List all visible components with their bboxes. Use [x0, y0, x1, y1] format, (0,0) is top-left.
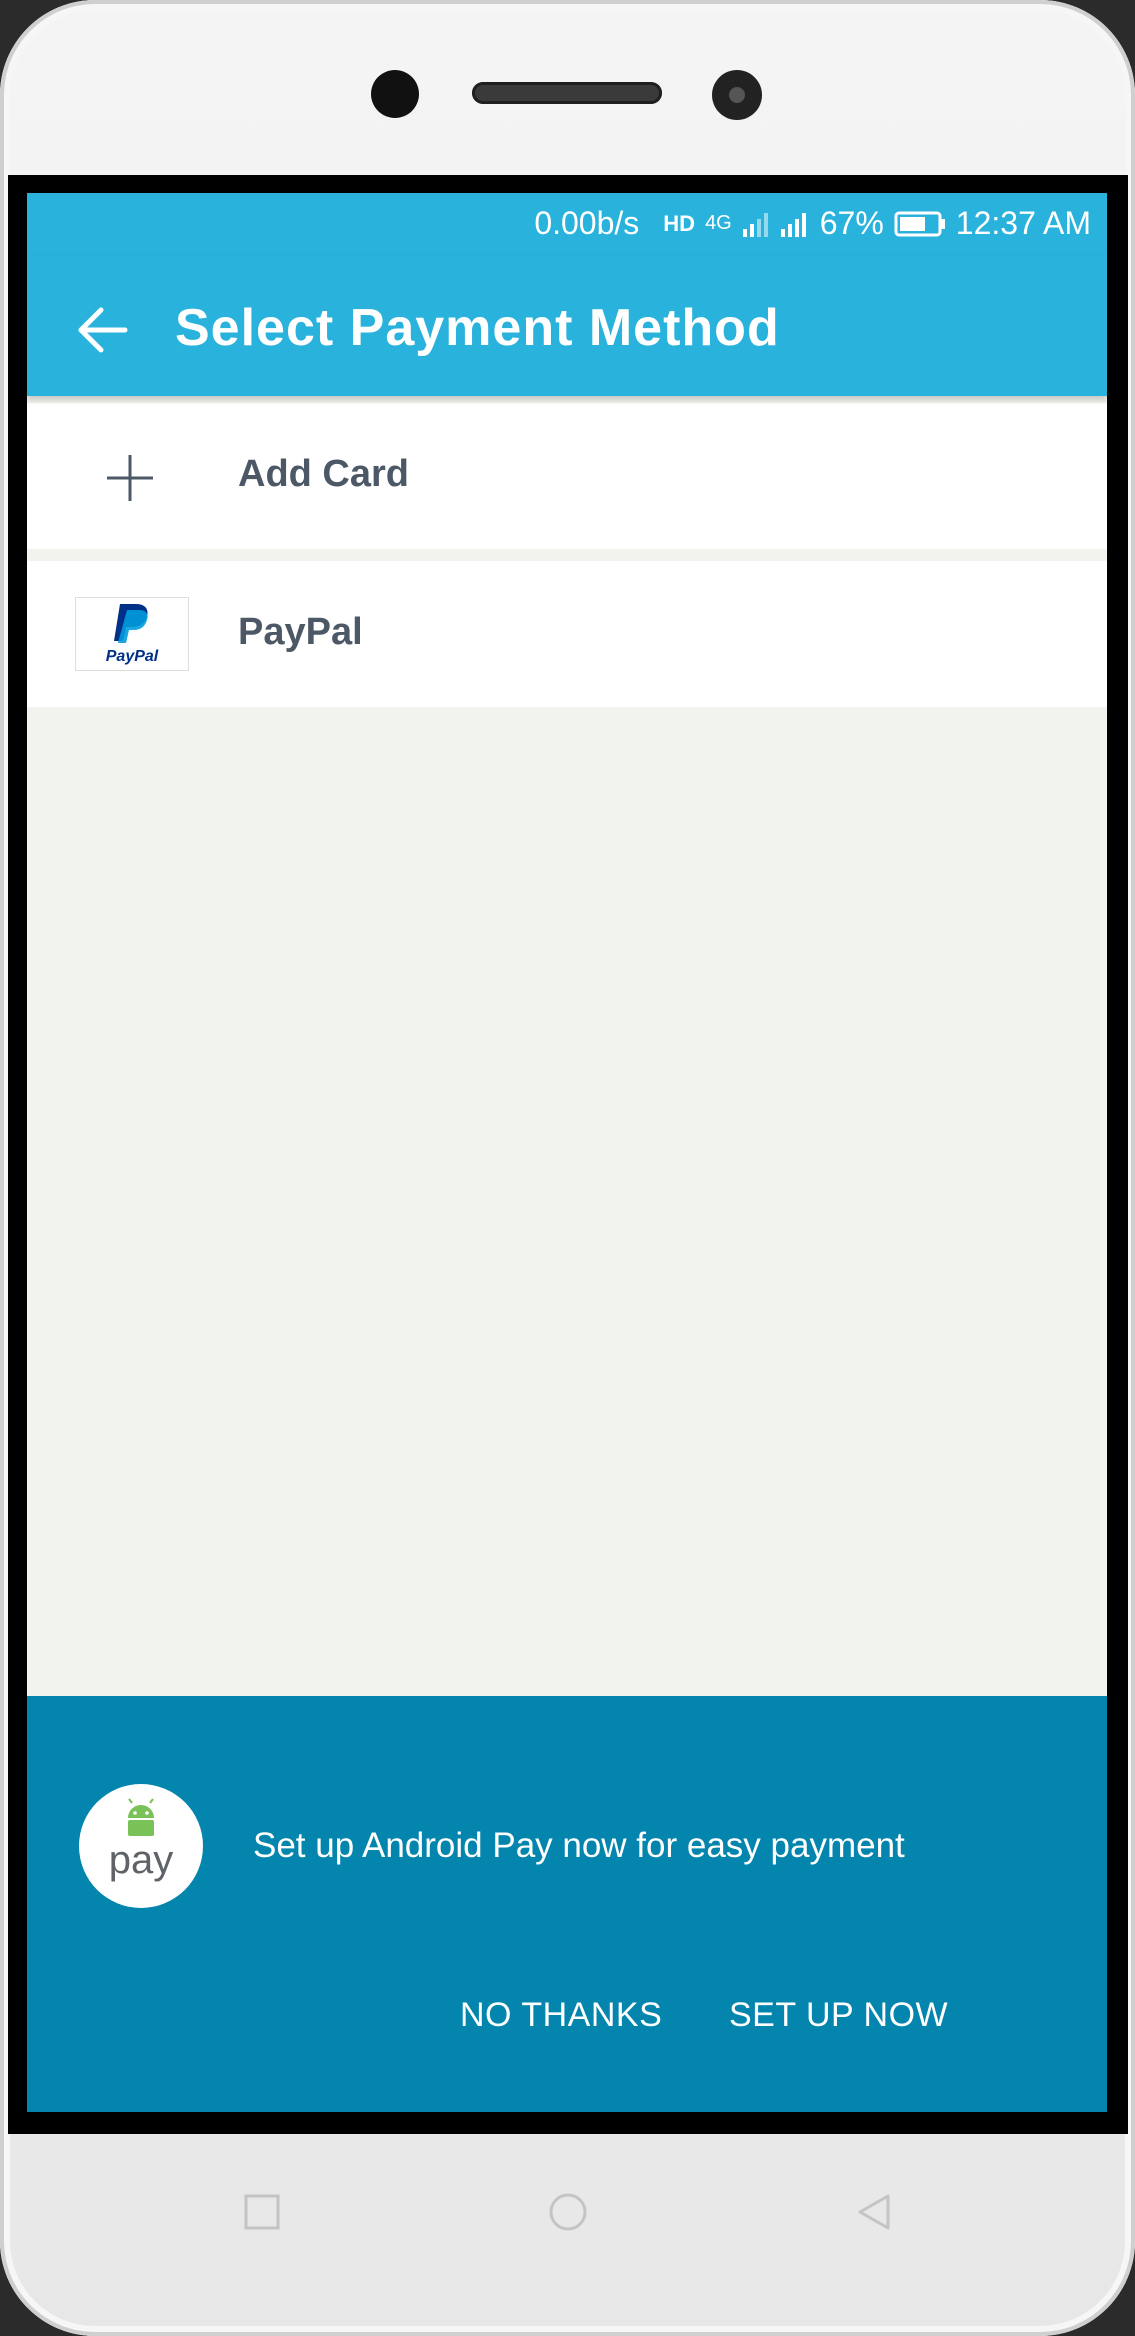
- add-card-label: Add Card: [238, 453, 409, 495]
- earpiece-speaker: [472, 82, 662, 104]
- paypal-logo: PayPal: [75, 597, 189, 671]
- network-type: 4G: [705, 212, 732, 234]
- battery-percent: 67%: [819, 205, 884, 241]
- paypal-label: PayPal: [238, 611, 363, 653]
- front-camera-icon: [712, 70, 762, 120]
- battery-icon: [894, 211, 945, 236]
- sensor-icon: [371, 70, 419, 118]
- android-pay-logo: pay: [79, 1784, 203, 1908]
- hd-call-icon: HD: [663, 210, 696, 236]
- pay-badge-text: pay: [108, 1838, 174, 1882]
- circle-icon[interactable]: [546, 2190, 590, 2234]
- status-bar: 0.00b/s HD 4G 67% 12:37 AM: [27, 193, 1107, 256]
- triangle-back-icon[interactable]: [852, 2190, 896, 2234]
- android-pay-banner: pay Set up Android Pay now for easy paym…: [27, 1696, 1107, 2112]
- signal-weak-icon: [742, 212, 768, 237]
- screen: 0.00b/s HD 4G 67% 12:37 AM Select Paymen…: [27, 193, 1107, 2112]
- phone-frame: 0.00b/s HD 4G 67% 12:37 AM Select Paymen…: [0, 0, 1135, 2336]
- clock: 12:37 AM: [955, 205, 1091, 241]
- set-up-now-button[interactable]: SET UP NOW: [729, 1996, 948, 2035]
- android-robot-icon: [128, 1798, 154, 1836]
- svg-text:PayPal: PayPal: [106, 648, 159, 665]
- page-title: Select Payment Method: [175, 299, 780, 357]
- net-speed: 0.00b/s: [534, 205, 640, 241]
- no-thanks-button[interactable]: NO THANKS: [460, 1996, 662, 2035]
- add-card-row[interactable]: Add Card: [27, 403, 1107, 549]
- arrow-left-icon[interactable]: [73, 300, 133, 360]
- paypal-row[interactable]: PayPal PayPal: [27, 561, 1107, 707]
- plus-icon: [107, 455, 153, 501]
- app-bar: Select Payment Method: [27, 256, 1107, 396]
- square-icon[interactable]: [240, 2190, 284, 2234]
- banner-message: Set up Android Pay now for easy payment: [253, 1826, 905, 1865]
- signal-strong-icon: [780, 212, 806, 237]
